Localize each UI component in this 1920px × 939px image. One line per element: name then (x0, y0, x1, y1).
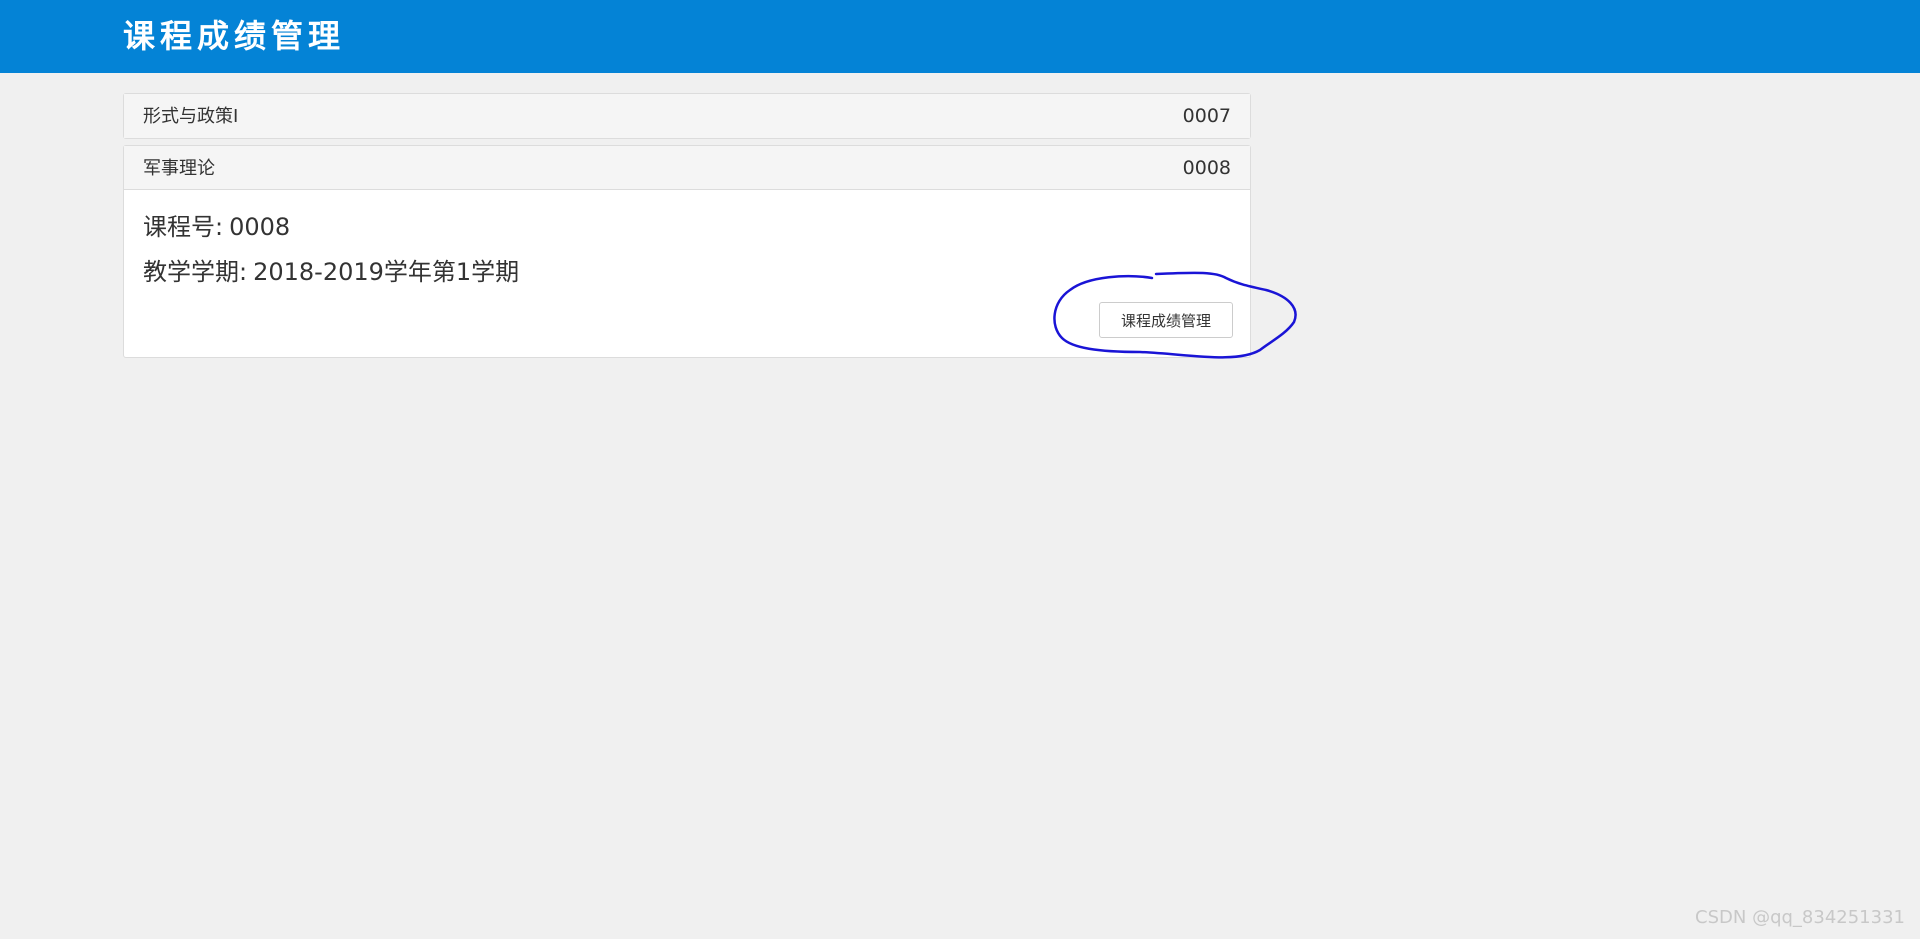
semester-value: 2018-2019学年第1学期 (253, 258, 520, 286)
course-panel-heading[interactable]: 形式与政策I 0007 (124, 94, 1250, 138)
course-panel-body: 课程号: 0008 教学学期: 2018-2019学年第1学期 课程成绩管理 (124, 190, 1250, 356)
watermark: CSDN @qq_834251331 (1695, 907, 1905, 928)
course-id: 0008 (1182, 157, 1231, 179)
course-id: 0007 (1182, 105, 1231, 127)
course-grade-manage-button[interactable]: 课程成绩管理 (1099, 302, 1233, 338)
course-panel-0008: 军事理论 0008 课程号: 0008 教学学期: 2018-2019学年第1学期 … (123, 145, 1251, 358)
semester-label: 教学学期: (143, 258, 248, 286)
course-number-value: 0008 (229, 213, 291, 241)
app-header: 课程成绩管理 (0, 0, 1920, 73)
course-panel-heading[interactable]: 军事理论 0008 (124, 146, 1250, 190)
course-number-row: 课程号: 0008 (143, 212, 290, 242)
course-panel-0007: 形式与政策I 0007 (123, 93, 1251, 139)
semester-row: 教学学期: 2018-2019学年第1学期 (143, 257, 519, 287)
course-name: 形式与政策I (143, 106, 239, 127)
course-name: 军事理论 (143, 158, 215, 179)
page-title: 课程成绩管理 (123, 17, 346, 55)
course-number-label: 课程号: (143, 213, 224, 241)
